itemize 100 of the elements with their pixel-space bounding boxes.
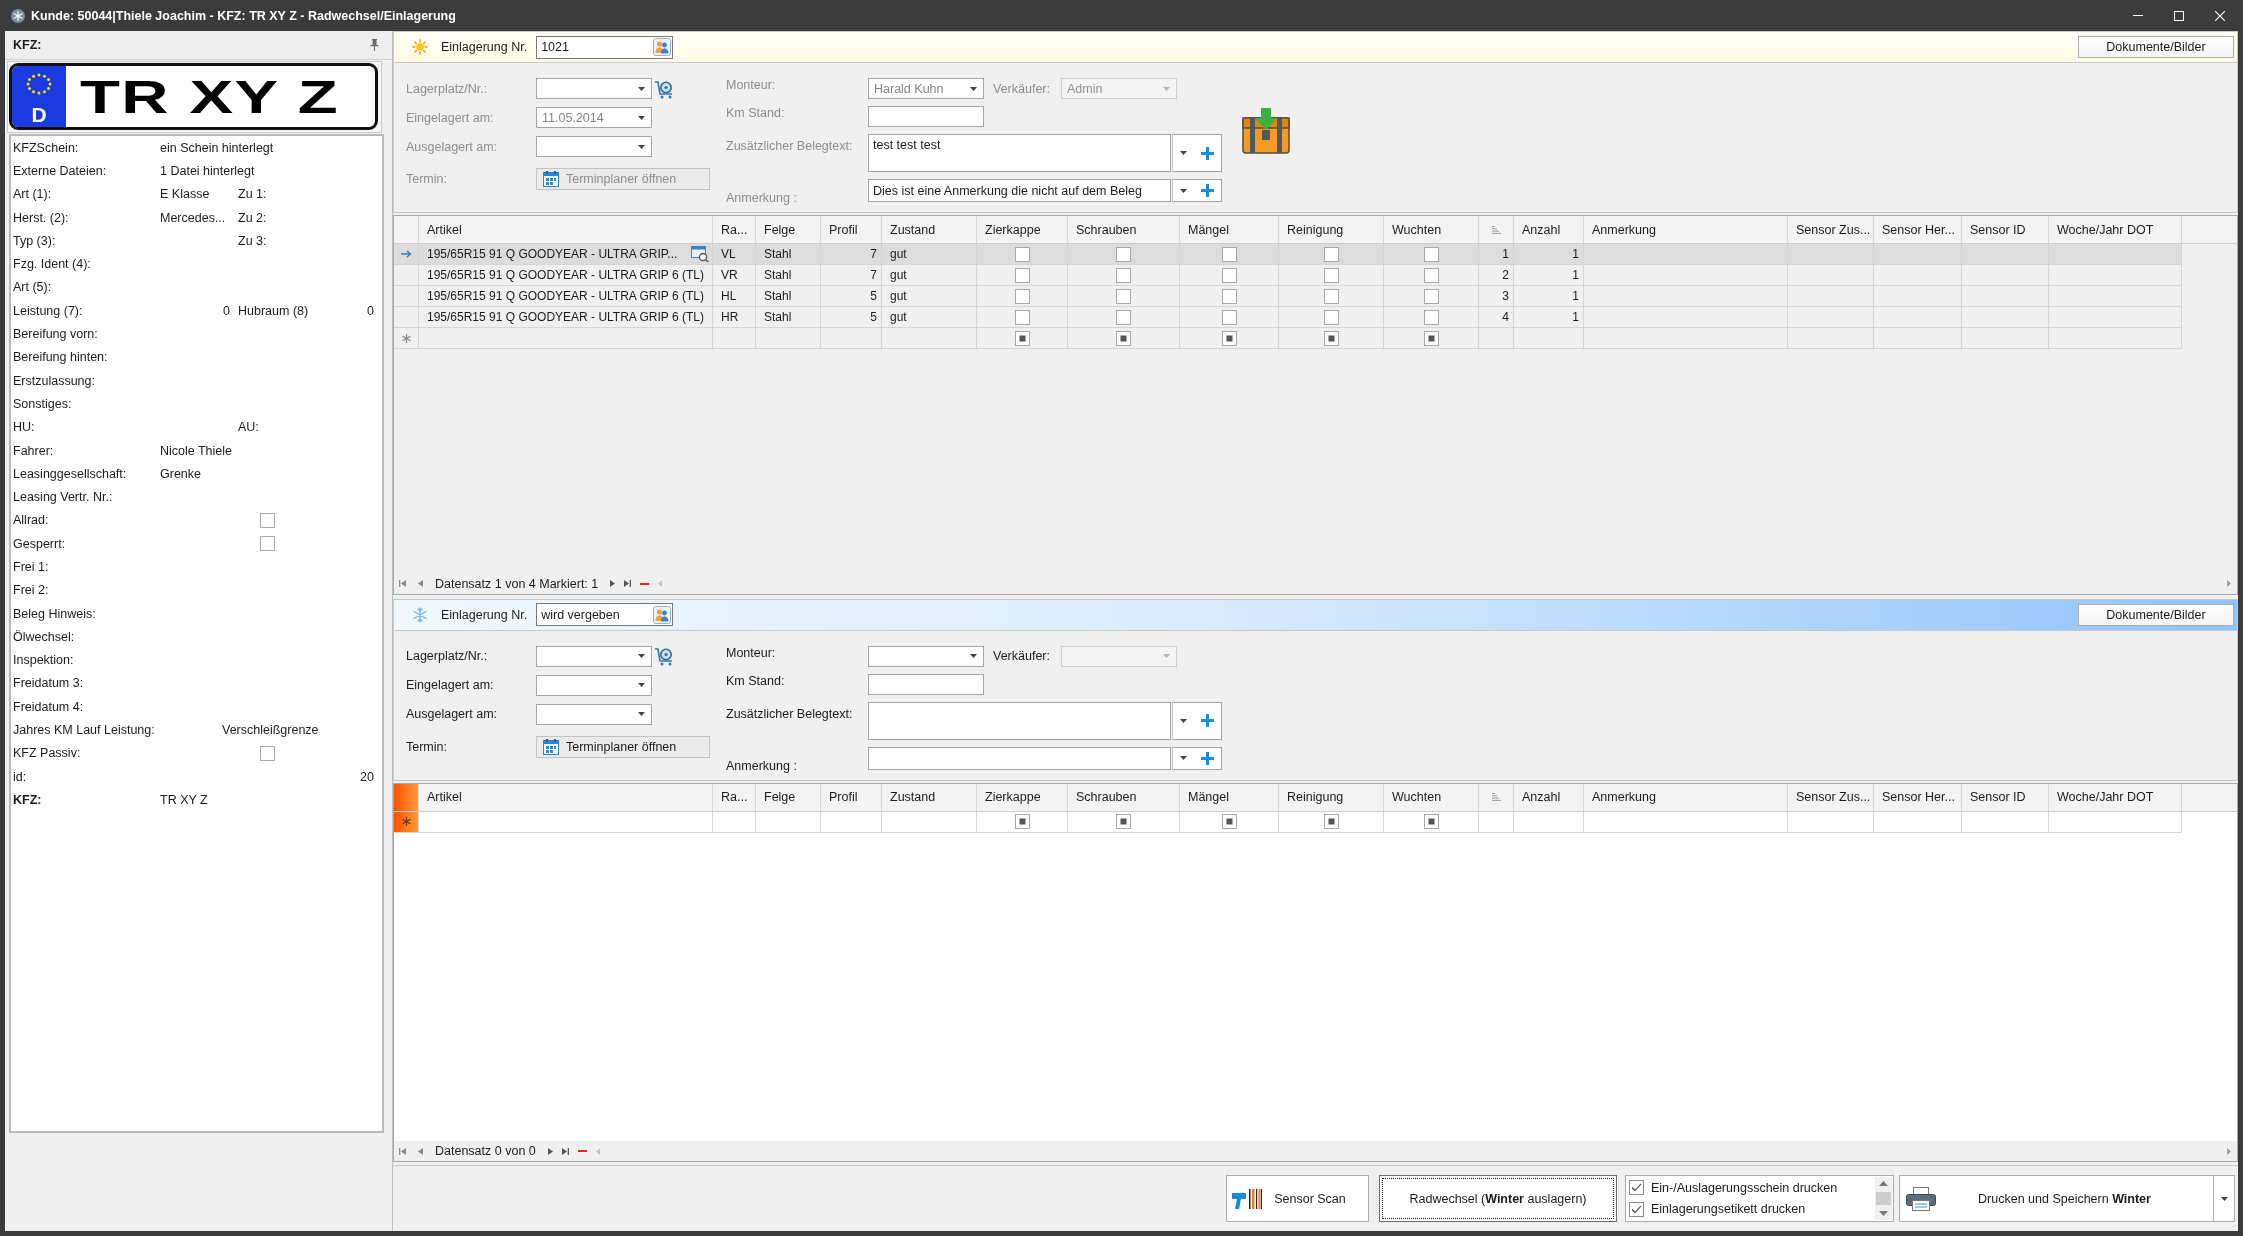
column-header[interactable]: Schrauben bbox=[1068, 783, 1180, 811]
table-cell: 3 bbox=[1502, 289, 1509, 303]
go-first-icon[interactable] bbox=[399, 1147, 406, 1155]
checkbox[interactable] bbox=[1323, 814, 1339, 829]
date-field[interactable] bbox=[536, 674, 652, 696]
column-header[interactable]: Zierkappe bbox=[977, 783, 1068, 811]
field-label: Einlagerung Nr. bbox=[441, 607, 528, 622]
text-field[interactable] bbox=[868, 673, 984, 695]
sort-icon bbox=[1491, 225, 1501, 234]
checkbox[interactable] bbox=[1014, 814, 1030, 829]
column-header[interactable]: Sensor Her... bbox=[1874, 783, 1962, 811]
minus-icon[interactable] bbox=[577, 1150, 587, 1152]
sun-icon bbox=[412, 39, 428, 55]
next-icon[interactable] bbox=[547, 1147, 553, 1155]
option-label[interactable]: Ein-/Auslagerungsschein drucken bbox=[1651, 1180, 1838, 1195]
caret-icon[interactable] bbox=[1180, 718, 1187, 723]
field-label: Beleg Hinweis: bbox=[13, 606, 96, 621]
print-save-button[interactable]: Drucken und Speichern Winter bbox=[1899, 1175, 2214, 1222]
dropdown-field[interactable] bbox=[868, 645, 984, 667]
checkbox[interactable] bbox=[260, 512, 275, 528]
dropdown-field[interactable] bbox=[536, 645, 652, 667]
table-cell: 195/65R15 91 Q GOODYEAR - ULTRA GRIP 6 (TL) bbox=[427, 268, 704, 282]
scroll-right-icon[interactable] bbox=[2227, 1147, 2231, 1155]
column-header[interactable]: Mängel bbox=[1180, 783, 1279, 811]
close-icon[interactable] bbox=[2215, 10, 2225, 21]
checkbox[interactable] bbox=[260, 745, 275, 761]
field-label: Monteur: bbox=[726, 78, 776, 92]
column-header[interactable]: Anmerkung bbox=[1584, 783, 1788, 811]
column-header[interactable]: Artikel bbox=[419, 783, 713, 811]
sensor-scan-button[interactable]: Sensor Scan bbox=[1226, 1175, 1369, 1222]
field-label: Bereifung hinten: bbox=[13, 350, 108, 365]
memo-field[interactable] bbox=[868, 701, 1171, 740]
wheel-cart-icon[interactable] bbox=[654, 646, 674, 666]
field-value: Mercedes... bbox=[160, 210, 226, 225]
number-field[interactable]: wird vergeben bbox=[536, 603, 674, 626]
column-header[interactable]: Woche/Jahr DOT bbox=[2049, 783, 2182, 811]
caret-icon[interactable] bbox=[638, 654, 645, 658]
field-label: Leasing Vertr. Nr.: bbox=[13, 490, 113, 505]
checkbox[interactable] bbox=[1221, 814, 1237, 829]
star-ring-icon bbox=[24, 72, 54, 96]
pin-icon[interactable] bbox=[370, 39, 379, 51]
field-label: Monteur: bbox=[726, 645, 776, 660]
date-field[interactable] bbox=[536, 703, 652, 725]
documents-button[interactable]: Dokumente/Bilder bbox=[2078, 603, 2234, 626]
field-label: Zu 1: bbox=[238, 187, 267, 202]
people-icon[interactable] bbox=[653, 605, 672, 624]
checkbox[interactable] bbox=[1116, 814, 1131, 829]
field-label: Herst. (2): bbox=[13, 210, 69, 225]
caret-icon[interactable] bbox=[638, 712, 645, 716]
field-label: Km Stand: bbox=[726, 106, 785, 120]
column-header[interactable]: Zustand bbox=[882, 783, 977, 811]
checkbox[interactable] bbox=[1423, 814, 1439, 829]
checkbox[interactable] bbox=[1629, 1201, 1644, 1217]
dropdown-button[interactable] bbox=[2214, 1175, 2235, 1222]
table-cell: gut bbox=[890, 310, 907, 324]
go-last-icon[interactable] bbox=[561, 1147, 569, 1155]
table-cell: 7 bbox=[870, 247, 877, 261]
column-header[interactable]: Sensor Zus... bbox=[1788, 783, 1874, 811]
column-header[interactable]: Profil bbox=[821, 783, 882, 811]
previous-icon[interactable] bbox=[418, 1147, 423, 1155]
planner-button[interactable]: Terminplaner öffnen bbox=[536, 735, 710, 758]
field-label: Frei 1: bbox=[13, 560, 49, 574]
people-icon[interactable] bbox=[653, 38, 672, 56]
column-header[interactable]: Wuchten bbox=[1384, 783, 1479, 811]
table-cell: 195/65R15 91 Q GOODYEAR - ULTRA GRIP 6 (TL) bbox=[427, 289, 704, 303]
caret-icon[interactable] bbox=[638, 683, 645, 687]
scrollbar[interactable] bbox=[1875, 1177, 1892, 1220]
column-header[interactable]: Anzahl bbox=[1514, 783, 1584, 811]
field-label: Sonstiges: bbox=[13, 396, 72, 411]
caret-icon[interactable] bbox=[1180, 756, 1187, 760]
field-label: Zusätzlicher Belegtext: bbox=[726, 706, 853, 721]
plus-icon[interactable] bbox=[1201, 751, 1214, 765]
field-value: 0 bbox=[223, 303, 230, 318]
field-label: Leasinggesellschaft: bbox=[13, 466, 127, 481]
table-cell: VR bbox=[721, 268, 738, 282]
field-value: 0 bbox=[367, 303, 374, 318]
field-value: ein Schein hinterlegt bbox=[160, 140, 274, 155]
field-label: Anmerkung : bbox=[726, 758, 797, 773]
up-arrow-icon[interactable] bbox=[1879, 1181, 1888, 1186]
column-header[interactable]: Ra... bbox=[713, 783, 756, 811]
checkbox[interactable] bbox=[260, 536, 275, 552]
calendar-icon bbox=[543, 171, 559, 187]
field-label: Fzg. Ident (4): bbox=[13, 257, 91, 272]
wheel-change-button[interactable]: Radwechsel (Winter auslagern) bbox=[1379, 1175, 1617, 1222]
scroll-thumb[interactable] bbox=[1876, 1192, 1891, 1205]
checkbox[interactable] bbox=[1629, 1180, 1644, 1196]
column-header[interactable]: Sensor ID bbox=[1962, 783, 2049, 811]
down-arrow-icon[interactable] bbox=[1879, 1211, 1888, 1216]
field-label: Freidatum 3: bbox=[13, 676, 84, 691]
field-label: Hubraum (8) bbox=[238, 303, 309, 318]
maximize-icon[interactable] bbox=[2174, 10, 2184, 21]
field-label: Termin: bbox=[406, 172, 447, 186]
record-count: Datensatz 1 von 4 Markiert: 1 bbox=[435, 576, 599, 591]
column-header[interactable]: Felge bbox=[756, 783, 821, 811]
plus-icon[interactable] bbox=[1201, 714, 1214, 727]
column-header[interactable]: Reinigung bbox=[1279, 783, 1384, 811]
caret-icon[interactable] bbox=[970, 654, 977, 658]
text-field[interactable] bbox=[868, 746, 1171, 770]
field-label: KFZ: bbox=[13, 792, 42, 807]
option-label[interactable]: Einlagerungsetikett drucken bbox=[1651, 1202, 1806, 1217]
